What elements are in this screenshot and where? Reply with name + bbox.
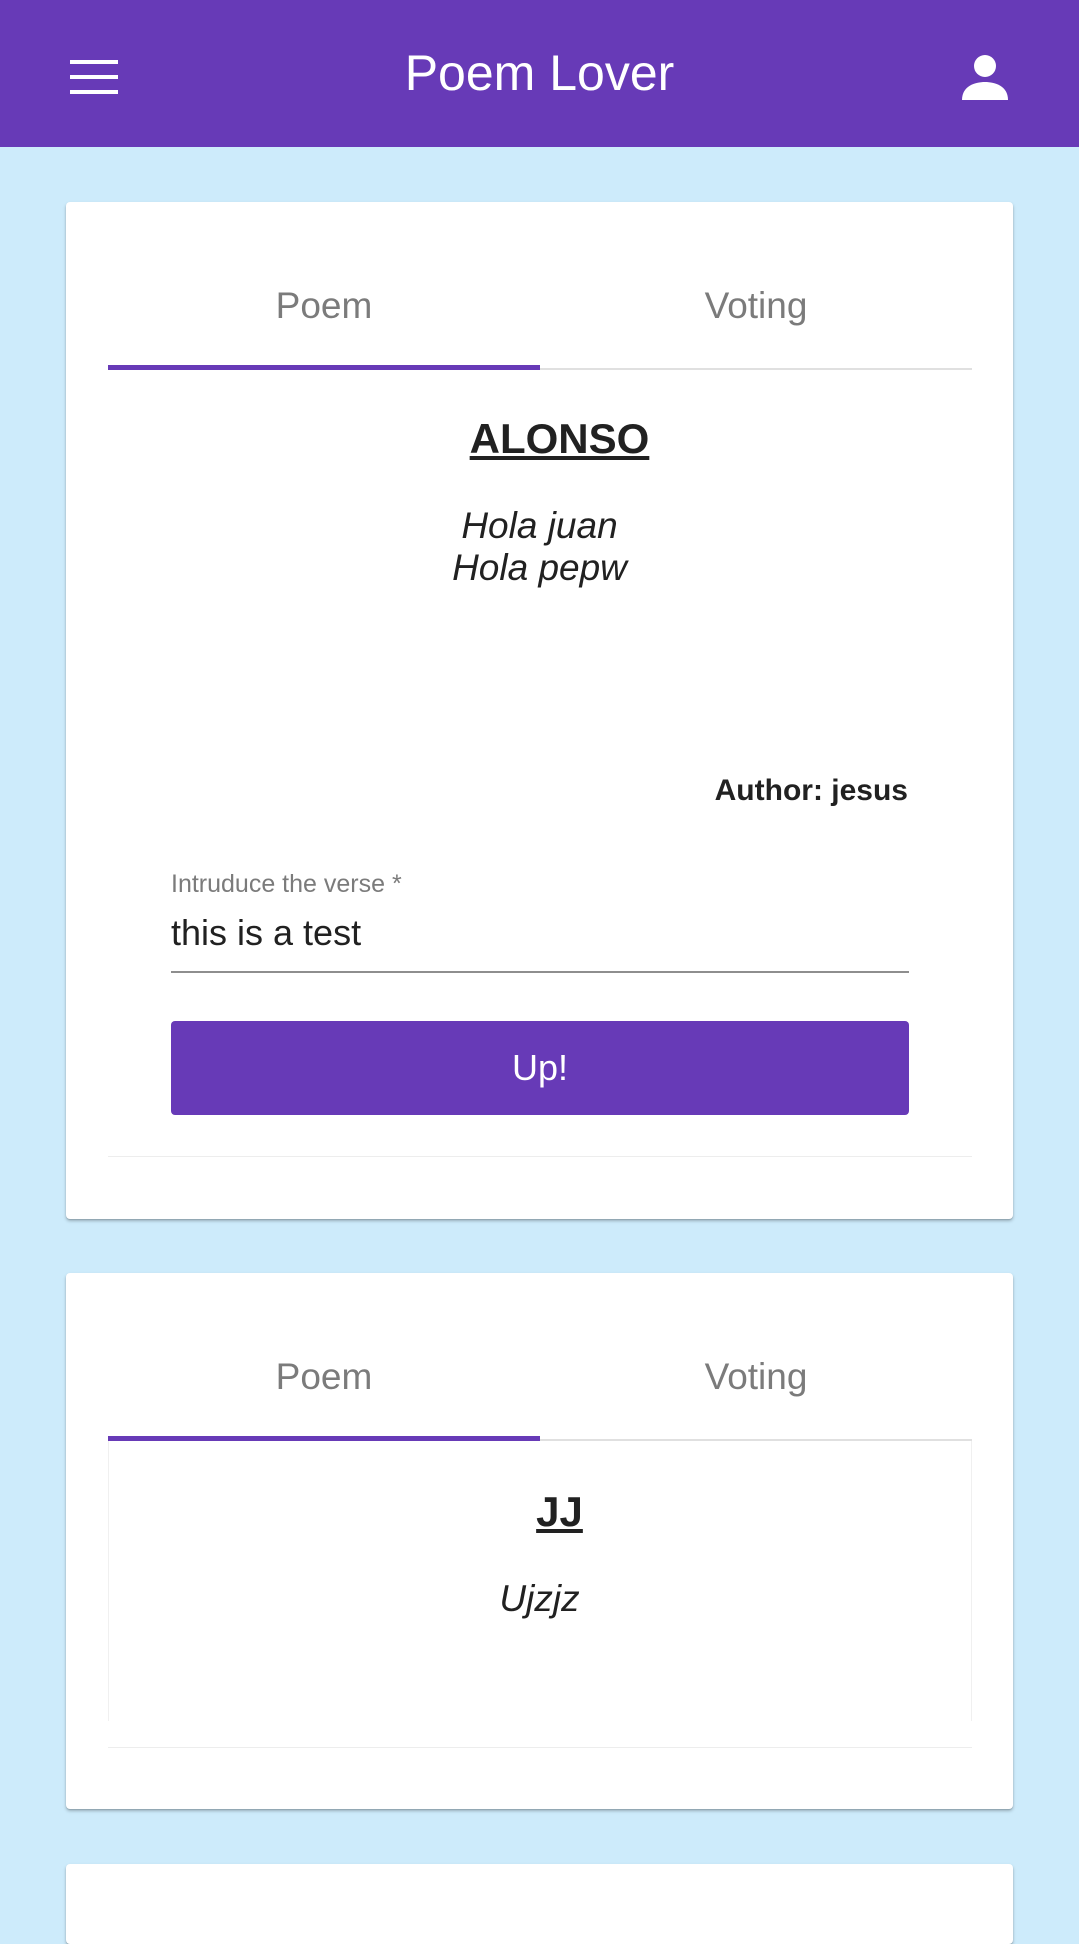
active-tab-indicator [108,365,540,370]
poem-verse-line: Ujzjz [499,1578,580,1619]
account-icon [962,55,1008,100]
poem-card: Poem Voting ALONSO Hola juan Hola pepw A… [66,202,1013,1219]
tab-voting[interactable]: Voting [540,1315,972,1439]
card-footer-divider [108,1156,972,1157]
poem-verse-line: Hola pepw [452,547,627,588]
tab-poem[interactable]: Poem [108,244,540,368]
poem-verses: Ujzjz [66,1578,1013,1620]
menu-icon [70,60,118,94]
menu-button[interactable] [52,40,136,114]
verse-input[interactable] [171,908,909,958]
poem-verses: Hola juan Hola pepw [66,505,1013,589]
poem-card [66,1864,1013,1944]
app-bar: Poem Lover [0,0,1079,147]
up-button[interactable]: Up! [171,1021,909,1115]
poem-card: Poem Voting JJ Ujzjz [66,1273,1013,1809]
account-button[interactable] [945,40,1025,114]
verse-field-label: Intruduce the verse * [171,870,402,898]
tab-voting[interactable]: Voting [540,244,972,368]
poem-verse-line: Hola juan [461,505,618,546]
tab-poem[interactable]: Poem [108,1315,540,1439]
poem-author: Author: jesus [714,774,908,807]
poem-title: ALONSO [469,415,650,462]
card-footer-divider [108,1747,972,1748]
poem-title: JJ [536,1488,583,1535]
verse-input-underline [171,971,909,973]
app-title: Poem Lover [404,45,675,101]
